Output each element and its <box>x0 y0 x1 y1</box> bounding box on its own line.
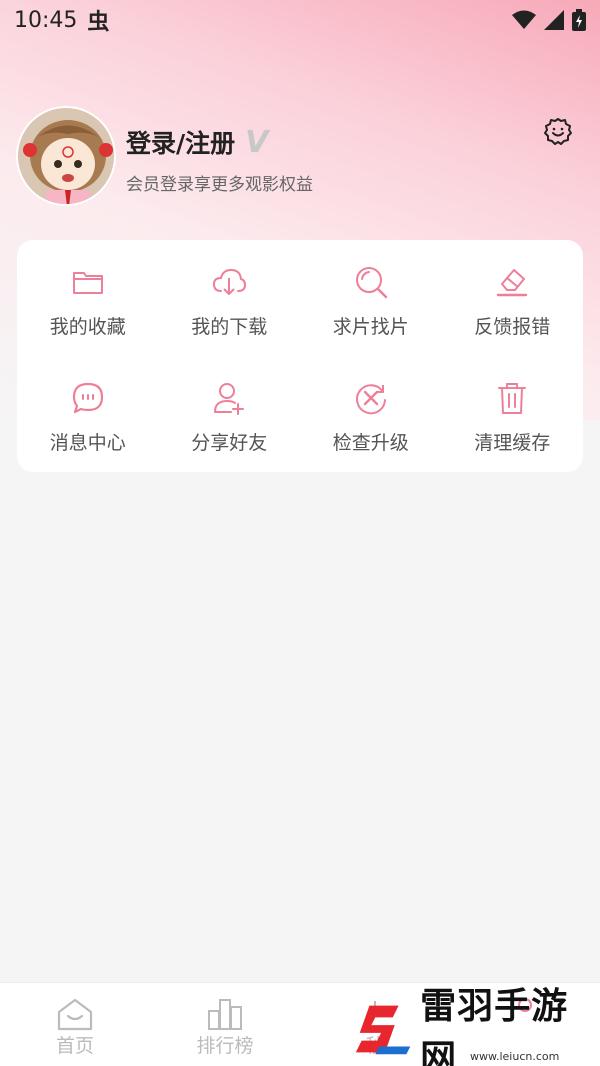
home-icon <box>57 998 93 1031</box>
grid-item-check-update[interactable]: 检查升级 <box>300 356 442 472</box>
avatar[interactable] <box>16 106 116 206</box>
bug-icon: 虫 <box>87 10 110 35</box>
cloud-download-icon <box>213 268 247 295</box>
grid-item-messages[interactable]: 消息中心 <box>17 356 159 472</box>
grid-item-feedback[interactable]: 反馈报错 <box>442 240 584 356</box>
tab-label: 首页 <box>55 1035 94 1057</box>
site-watermark: 雷羽手游网 www.leiucn.com <box>350 985 600 1066</box>
grid-item-request-video[interactable]: 求片找片 <box>300 240 442 356</box>
grid-item-label: 消息中心 <box>49 432 126 454</box>
status-bar: 10:45 虫 <box>0 0 600 40</box>
grid-item-favorites[interactable]: 我的收藏 <box>17 240 159 356</box>
watermark-url: www.leiucn.com <box>470 1050 560 1063</box>
ranking-icon <box>208 999 242 1030</box>
tab-ranking[interactable]: 排行榜 <box>150 983 300 1066</box>
login-subtitle: 会员登录享更多观影权益 <box>126 175 313 195</box>
settings-gear-icon[interactable] <box>542 116 574 148</box>
login-register-link[interactable]: 登录/注册 V <box>126 124 268 160</box>
login-register-label: 登录/注册 <box>126 129 236 158</box>
vip-badge-icon: V <box>245 124 269 160</box>
watermark-logo-icon <box>355 1005 411 1055</box>
avatar-illustration-icon <box>18 108 114 204</box>
grid-item-clear-cache[interactable]: 清理缓存 <box>442 356 584 472</box>
grid-item-label: 反馈报错 <box>474 316 551 338</box>
grid-item-label: 检查升级 <box>332 432 409 454</box>
chat-bubble-icon <box>72 382 103 414</box>
feature-grid-card: 我的收藏 我的下载 求片找片 反馈报错 消息中心 分享好友 检查升级 清理缓存 <box>17 240 583 472</box>
cellular-signal-icon <box>544 10 564 30</box>
grid-item-share[interactable]: 分享好友 <box>159 356 301 472</box>
upgrade-tools-icon <box>355 384 386 415</box>
battery-icon <box>572 9 586 31</box>
grid-item-downloads[interactable]: 我的下载 <box>159 240 301 356</box>
grid-item-label: 分享好友 <box>191 432 268 454</box>
eraser-feedback-icon <box>497 269 528 297</box>
profile-header: 登录/注册 V 会员登录享更多观影权益 <box>16 106 584 208</box>
grid-item-label: 我的下载 <box>191 316 268 338</box>
grid-item-label: 清理缓存 <box>474 432 551 454</box>
wifi-icon <box>512 10 536 29</box>
add-user-icon <box>214 383 245 415</box>
folder-icon <box>72 272 103 294</box>
tab-home[interactable]: 首页 <box>0 983 150 1066</box>
trash-icon <box>498 383 527 414</box>
grid-item-label: 求片找片 <box>332 316 409 338</box>
grid-item-label: 我的收藏 <box>49 316 126 338</box>
tab-label: 排行榜 <box>196 1035 254 1057</box>
status-time: 10:45 <box>14 7 78 33</box>
search-icon <box>355 267 387 299</box>
